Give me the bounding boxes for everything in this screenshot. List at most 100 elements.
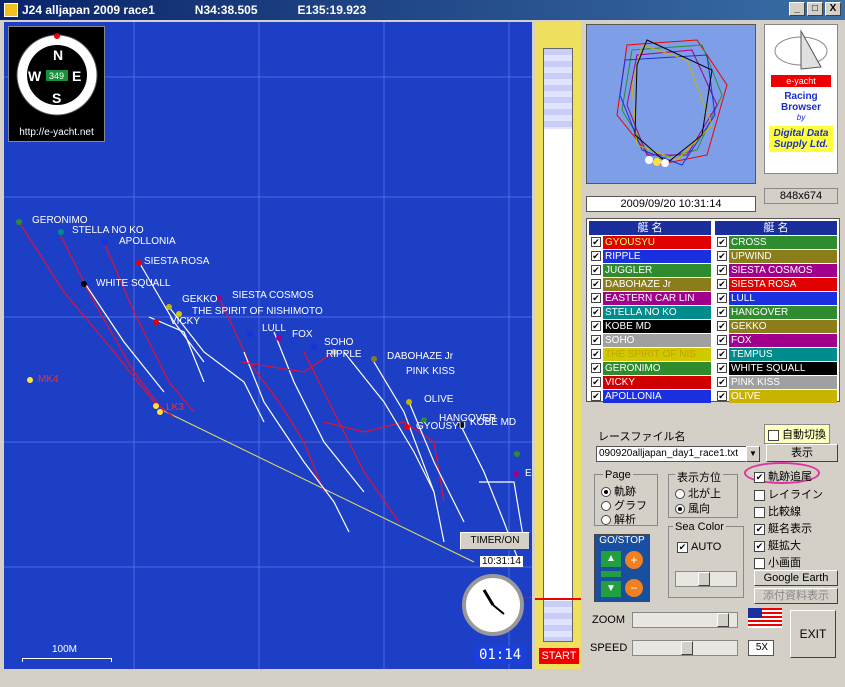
attach-button[interactable]: 添付資料表示 bbox=[754, 588, 838, 604]
show-button[interactable]: 表示 bbox=[766, 444, 838, 462]
google-earth-button[interactable]: Google Earth bbox=[754, 570, 838, 586]
dir-option-wind[interactable]: 風向 bbox=[675, 500, 710, 516]
checkbox-icon[interactable]: ✔ bbox=[591, 307, 601, 317]
boat-row[interactable]: ✔ KOBE MD bbox=[589, 319, 711, 333]
compare-checkbox[interactable]: 比較線 bbox=[754, 503, 801, 519]
layline-checkbox[interactable]: レイライン bbox=[754, 486, 823, 502]
us-flag-icon[interactable] bbox=[748, 608, 782, 628]
plus-icon[interactable]: + bbox=[625, 551, 643, 569]
checkbox-icon[interactable]: ✔ bbox=[717, 279, 727, 289]
checkbox-icon[interactable]: ✔ bbox=[717, 335, 727, 345]
dir-option-north[interactable]: 北が上 bbox=[675, 485, 721, 501]
boat-row[interactable]: ✔ SIESTA COSMOS bbox=[715, 263, 837, 277]
stop-icon[interactable] bbox=[601, 571, 621, 577]
boat-label: APOLLONIA bbox=[119, 236, 176, 247]
checkbox-icon[interactable]: ✔ bbox=[591, 237, 601, 247]
timeline bbox=[535, 22, 581, 669]
checkbox-icon[interactable]: ✔ bbox=[591, 363, 601, 373]
slider-thumb[interactable] bbox=[681, 641, 693, 655]
speed-value[interactable]: 5X bbox=[748, 640, 774, 656]
small-screen-checkbox[interactable]: 小画面 bbox=[754, 554, 801, 570]
checkbox-icon[interactable]: ✔ bbox=[717, 251, 727, 261]
boat-row[interactable]: ✔ APOLLONIA bbox=[589, 389, 711, 403]
checkbox-icon[interactable]: ✔ bbox=[591, 377, 601, 387]
name-show-checkbox[interactable]: ✔ 艇名表示 bbox=[754, 520, 812, 536]
checkbox-icon[interactable]: ✔ bbox=[717, 293, 727, 303]
longitude: E135:19.923 bbox=[297, 3, 367, 17]
boat-label: STELLA NO KO bbox=[72, 225, 144, 236]
slider-thumb[interactable] bbox=[717, 613, 729, 627]
boat-row[interactable]: ✔ SOHO bbox=[589, 333, 711, 347]
exit-button[interactable]: EXIT bbox=[790, 610, 836, 658]
race-file-select[interactable]: 090920alljapan_day1_race1.txt bbox=[596, 446, 758, 462]
zoom-slider[interactable] bbox=[632, 612, 738, 628]
checkbox-icon[interactable]: ✔ bbox=[591, 265, 601, 275]
boat-row[interactable]: ✔ LULL bbox=[715, 291, 837, 305]
checkbox-icon[interactable]: ✔ bbox=[717, 265, 727, 275]
radio-icon bbox=[601, 515, 611, 526]
boat-row[interactable]: ✔ RIPPLE bbox=[589, 249, 711, 263]
boat-row[interactable]: ✔ TEMPUS bbox=[715, 347, 837, 361]
trail-checkbox[interactable]: ✔ 軌跡追尾 bbox=[754, 468, 812, 484]
checkbox-icon[interactable]: ✔ bbox=[591, 335, 601, 345]
boat-row[interactable]: ✔ DABOHAZE Jr bbox=[589, 277, 711, 291]
checkbox-icon[interactable]: ✔ bbox=[591, 293, 601, 303]
boat-row[interactable]: ✔ FOX bbox=[715, 333, 837, 347]
checkbox-icon[interactable]: ✔ bbox=[717, 237, 727, 247]
boat-row[interactable]: ✔ HANGOVER bbox=[715, 305, 837, 319]
checkbox-icon[interactable]: ✔ bbox=[717, 349, 727, 359]
boat-row[interactable]: ✔ OLIVE bbox=[715, 389, 837, 403]
scale-label: 100M bbox=[52, 644, 78, 655]
timeline-track[interactable] bbox=[543, 48, 573, 642]
timer-button[interactable]: TIMER/ON bbox=[460, 532, 530, 550]
checkbox-icon[interactable]: ✔ bbox=[591, 349, 601, 359]
compass-e: E bbox=[72, 68, 81, 84]
boat-row[interactable]: ✔ GEKKO bbox=[715, 319, 837, 333]
minimap[interactable] bbox=[586, 24, 756, 184]
checkbox-icon[interactable]: ✔ bbox=[591, 391, 601, 401]
chevron-down-icon[interactable]: ▼ bbox=[746, 446, 760, 462]
boat-name: STELLA NO KO bbox=[603, 305, 711, 319]
right-panel: 2009/09/20 10:31:14 e-yacht Racing Brows… bbox=[584, 22, 842, 669]
page-option-analysis[interactable]: 解析 bbox=[601, 511, 636, 527]
boat-row[interactable]: ✔ GERONIMO bbox=[589, 361, 711, 375]
race-map[interactable]: N E S W 349 http://e-yacht.net GERONIMO … bbox=[4, 22, 532, 669]
boat-row[interactable]: ✔ VICKY bbox=[589, 375, 711, 389]
boat-row[interactable]: ✔ CROSS bbox=[715, 235, 837, 249]
play-up-icon[interactable]: ▲ bbox=[601, 551, 621, 567]
checkbox-icon[interactable]: ✔ bbox=[591, 279, 601, 289]
boat-row[interactable]: ✔ PINK KISS bbox=[715, 375, 837, 389]
heading-value: 349 bbox=[49, 71, 64, 81]
checkbox-icon[interactable]: ✔ bbox=[591, 251, 601, 261]
checkbox-icon[interactable]: ✔ bbox=[591, 321, 601, 331]
boat-row[interactable]: ✔ STELLA NO KO bbox=[589, 305, 711, 319]
boat-row[interactable]: ✔ SIESTA ROSA bbox=[715, 277, 837, 291]
boat-zoom-checkbox[interactable]: ✔ 艇拡大 bbox=[754, 537, 801, 553]
boat-row[interactable]: ✔ JUGGLER bbox=[589, 263, 711, 277]
timeline-cursor[interactable] bbox=[535, 598, 581, 600]
checkbox-icon[interactable]: ✔ bbox=[717, 391, 727, 401]
auto-switch-label: 自動切換 bbox=[782, 429, 826, 441]
sea-color-slider[interactable] bbox=[675, 571, 737, 587]
boat-row[interactable]: ✔ EASTERN CAR LIN bbox=[589, 291, 711, 305]
minus-icon[interactable]: − bbox=[625, 579, 643, 597]
checkbox-icon[interactable]: ✔ bbox=[717, 363, 727, 373]
boat-row[interactable]: ✔ UPWIND bbox=[715, 249, 837, 263]
speed-slider[interactable] bbox=[632, 640, 738, 656]
checkbox-icon[interactable]: ✔ bbox=[717, 377, 727, 387]
boat-row[interactable]: ✔ GYOUSYU bbox=[589, 235, 711, 249]
minimize-button[interactable]: _ bbox=[789, 2, 805, 16]
checkbox-icon[interactable]: ✔ bbox=[717, 307, 727, 317]
slider-thumb[interactable] bbox=[698, 572, 710, 586]
boat-row[interactable]: ✔ WHITE SQUALL bbox=[715, 361, 837, 375]
play-down-icon[interactable]: ▼ bbox=[601, 581, 621, 597]
option-label: 解析 bbox=[614, 514, 636, 526]
auto-switch-checkbox[interactable]: 自動切換 bbox=[764, 424, 830, 444]
boat-list-left: 艇 名 ✔ GYOUSYU ✔ RIPPLE ✔ JUGGLER ✔ DABOHAZE Jr ✔… bbox=[589, 221, 711, 403]
maximize-button[interactable]: □ bbox=[807, 2, 823, 16]
auto-checkbox[interactable]: ✔ AUTO bbox=[677, 541, 721, 553]
checkbox-icon[interactable]: ✔ bbox=[717, 321, 727, 331]
close-button[interactable]: X bbox=[825, 2, 841, 16]
boat-row[interactable]: ✔ THE SPIRIT OF NIS bbox=[589, 347, 711, 361]
boat-label: DABOHAZE Jr bbox=[387, 351, 454, 362]
